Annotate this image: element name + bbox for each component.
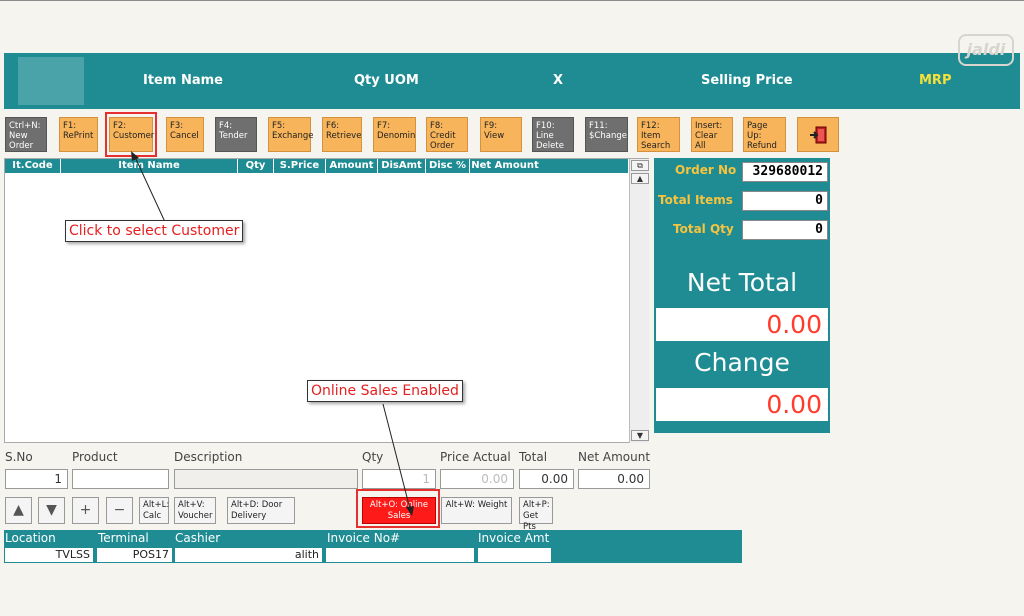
online-sales-callout: Online Sales Enabled — [307, 380, 463, 402]
arrow-head-online — [406, 506, 414, 516]
customer-callout: Click to select Customer — [65, 220, 244, 242]
annotation-arrows — [131, 151, 414, 516]
arrow-head-customer — [131, 151, 139, 161]
